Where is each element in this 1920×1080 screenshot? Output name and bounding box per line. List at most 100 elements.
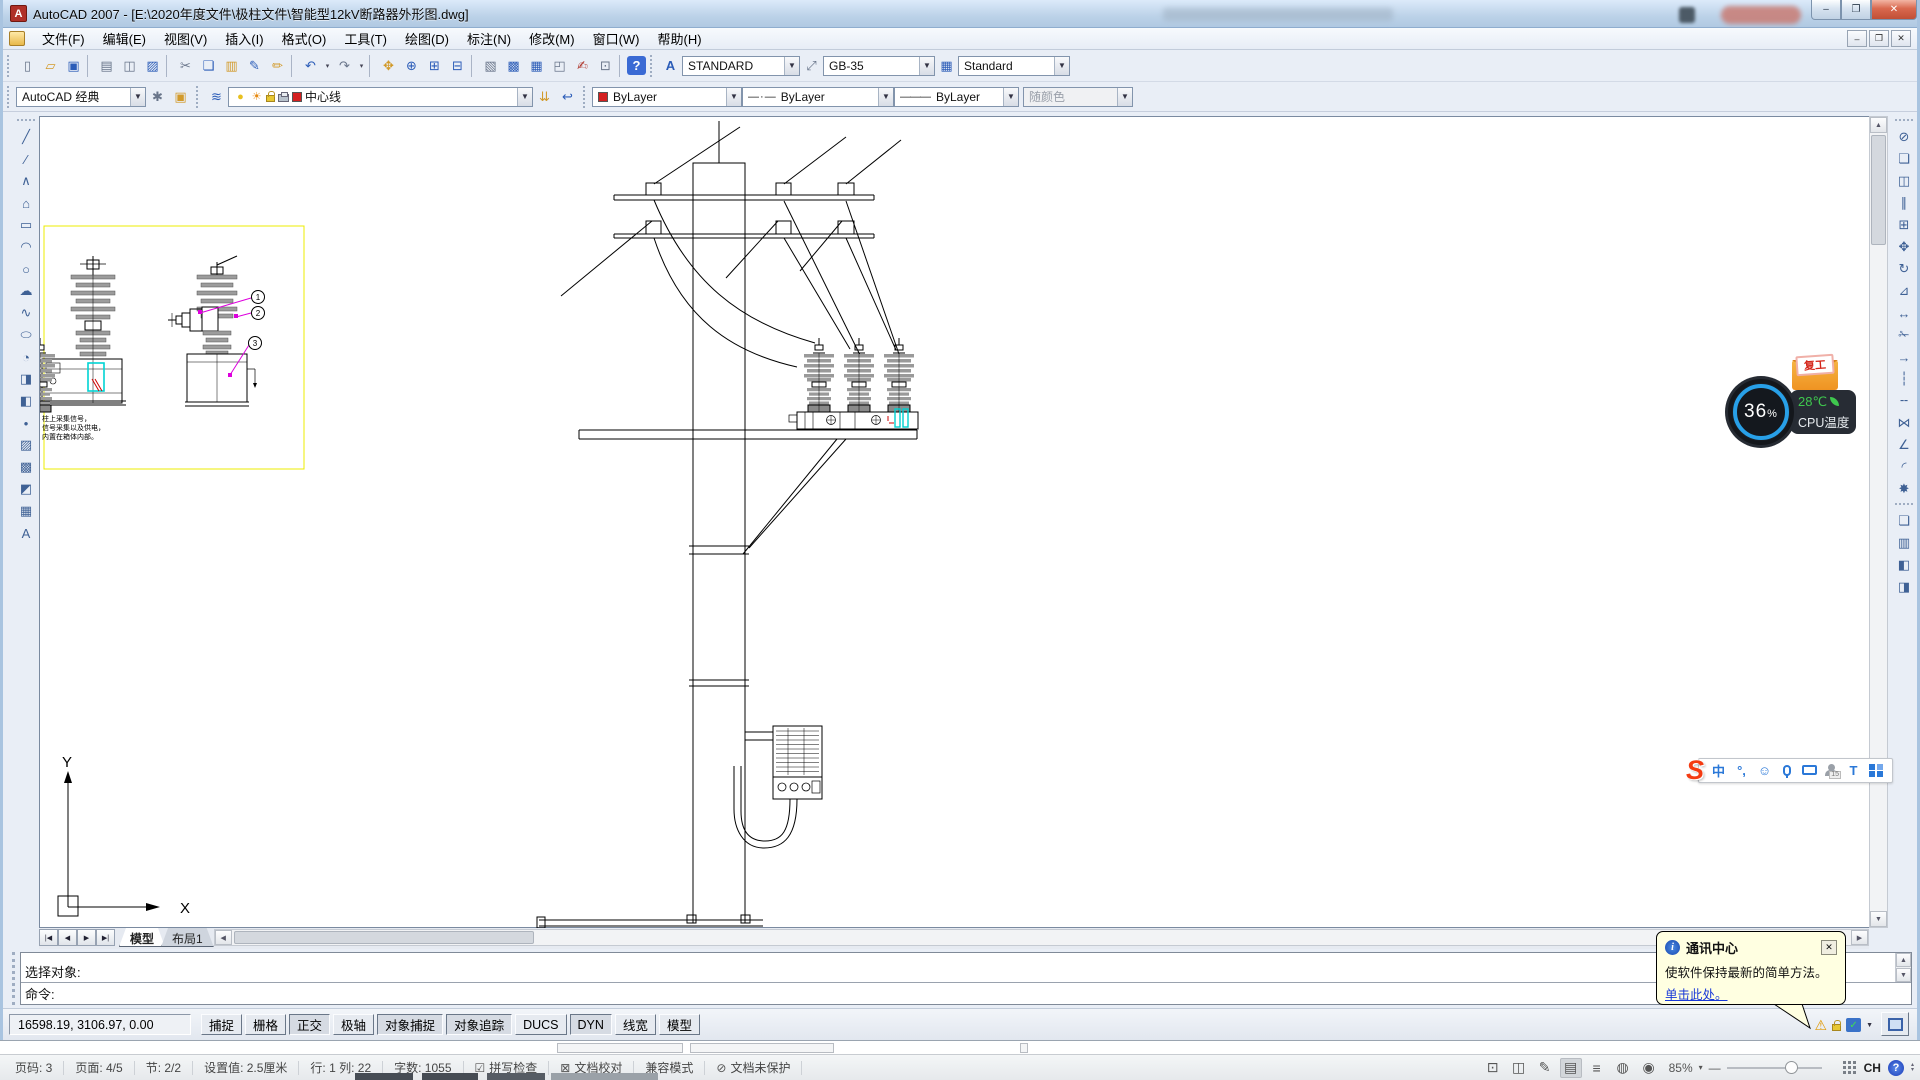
- chevron-down-icon[interactable]: ▼: [517, 88, 532, 106]
- toolbar-grip[interactable]: [650, 55, 654, 77]
- zoom-window-icon[interactable]: ⊞: [423, 54, 446, 77]
- save-icon[interactable]: ▣: [62, 54, 85, 77]
- stretch-icon[interactable]: ↔: [1893, 302, 1915, 324]
- tab-first-button[interactable]: |◀: [39, 929, 58, 946]
- paste-icon[interactable]: ▥: [220, 54, 243, 77]
- cpu-monitor-widget[interactable]: 复工 28℃ CPU温度 36%: [1728, 358, 1858, 446]
- ellipse-icon[interactable]: ⬭: [15, 324, 37, 346]
- save-workspace-icon[interactable]: ▣: [169, 85, 192, 108]
- toggle-otrack[interactable]: 对象追踪: [446, 1014, 512, 1035]
- menu-item[interactable]: 工具(T): [335, 27, 396, 50]
- sep[interactable]: [369, 55, 375, 77]
- match-properties-icon[interactable]: ✎: [243, 54, 266, 77]
- undo-icon[interactable]: ↶: [299, 54, 322, 77]
- hatch-icon[interactable]: ▨: [15, 434, 37, 456]
- sep[interactable]: [291, 55, 297, 77]
- break-at-point-icon[interactable]: ┆: [1893, 368, 1915, 390]
- scroll-up-icon[interactable]: ▲: [1896, 953, 1911, 967]
- menu-item[interactable]: 标注(N): [458, 27, 520, 50]
- copy-object-icon[interactable]: ❏: [1893, 148, 1915, 170]
- make-block-icon[interactable]: ◧: [15, 390, 37, 412]
- construction-line-icon[interactable]: ⁄: [15, 148, 37, 170]
- toggle-ortho[interactable]: 正交: [289, 1014, 330, 1035]
- chevron-down-icon[interactable]: ▼: [726, 88, 741, 106]
- ellipse-arc-icon[interactable]: ◔: [15, 346, 37, 368]
- web-layout-icon[interactable]: ◍: [1612, 1058, 1634, 1078]
- point-icon[interactable]: •: [15, 412, 37, 434]
- redo-dropdown[interactable]: ▾: [356, 54, 367, 77]
- emoji-icon[interactable]: ☺: [1757, 763, 1772, 778]
- vertical-scroll-thumb[interactable]: [1871, 135, 1886, 245]
- chevron-down-icon[interactable]: ▼: [919, 57, 934, 75]
- circle-icon[interactable]: ○: [15, 258, 37, 280]
- restore-button[interactable]: ❐: [1841, 0, 1871, 20]
- sep[interactable]: [619, 55, 625, 77]
- plot-icon[interactable]: ▤: [95, 54, 118, 77]
- color-control-combo[interactable]: ByLayer ▼: [592, 87, 742, 107]
- mdi-restore-button[interactable]: ❐: [1869, 30, 1889, 47]
- language-bar-collapse-icon[interactable]: ▴▾: [1911, 1063, 1914, 1073]
- block-editor-icon[interactable]: ✏: [266, 54, 289, 77]
- gradient-icon[interactable]: ▩: [15, 456, 37, 478]
- toolbar-grip[interactable]: [583, 86, 587, 108]
- scroll-right-icon[interactable]: ▶: [1851, 930, 1868, 945]
- qnew-icon[interactable]: ▯: [16, 54, 39, 77]
- command-panel-grip[interactable]: [12, 952, 17, 1005]
- array-icon[interactable]: ⊞: [1893, 214, 1915, 236]
- toolbar-grip[interactable]: [1895, 119, 1913, 123]
- send-to-back-icon[interactable]: ▥: [1893, 532, 1915, 554]
- scroll-down-icon[interactable]: ▼: [1870, 911, 1887, 927]
- sep[interactable]: [87, 55, 93, 77]
- toolbar-grip[interactable]: [196, 86, 200, 108]
- account-icon[interactable]: 15: [1825, 764, 1838, 777]
- open-icon[interactable]: ▱: [39, 54, 62, 77]
- scroll-up-icon[interactable]: ▲: [1870, 117, 1887, 133]
- chevron-down-icon[interactable]: ▼: [1054, 57, 1069, 75]
- update-warning-icon[interactable]: ⚠: [1815, 1017, 1828, 1034]
- quickcalc-icon[interactable]: ⊡: [594, 54, 617, 77]
- toggle-osnap[interactable]: 对象捕捉: [377, 1014, 443, 1035]
- toggle-grid[interactable]: 栅格: [245, 1014, 286, 1035]
- toggle-dyn[interactable]: DYN: [570, 1014, 612, 1035]
- markup-manager-icon[interactable]: ✍: [571, 54, 594, 77]
- sep[interactable]: [471, 55, 477, 77]
- layer-properties-manager-icon[interactable]: ≋: [205, 85, 228, 108]
- voice-input-icon[interactable]: [1783, 765, 1791, 776]
- insert-block-icon[interactable]: ◨: [15, 368, 37, 390]
- menu-item[interactable]: 插入(I): [216, 27, 272, 50]
- layer-lock-icon[interactable]: [266, 95, 275, 102]
- tray-dropdown-icon[interactable]: ▼: [1866, 1022, 1873, 1029]
- move-icon[interactable]: ✥: [1893, 236, 1915, 258]
- soft-keyboard-icon[interactable]: [1802, 765, 1817, 775]
- communication-center-icon[interactable]: ✓: [1846, 1018, 1861, 1032]
- chamfer-icon[interactable]: ∠: [1893, 434, 1915, 456]
- erase-icon[interactable]: ⊘: [1893, 126, 1915, 148]
- balloon-link[interactable]: 单击此处。: [1665, 984, 1728, 1003]
- menu-item[interactable]: 修改(M): [520, 27, 584, 50]
- menu-item[interactable]: 文件(F): [33, 27, 94, 50]
- bring-to-front-icon[interactable]: ❏: [1893, 510, 1915, 532]
- chinese-mode-icon[interactable]: 中: [1711, 761, 1726, 780]
- copy-icon[interactable]: ❏: [197, 54, 220, 77]
- revcloud-icon[interactable]: ☁: [15, 280, 37, 302]
- command-history[interactable]: 选择对象: ▲ ▼: [21, 953, 1911, 983]
- command-input[interactable]: 命令:: [21, 983, 1911, 1004]
- break-icon[interactable]: ╌: [1893, 390, 1915, 412]
- fillet-icon[interactable]: ◜: [1893, 456, 1915, 478]
- toggle-lineweight[interactable]: 线宽: [615, 1014, 656, 1035]
- language-bar-grid-icon[interactable]: [1843, 1061, 1857, 1075]
- chevron-down-icon[interactable]: ▼: [878, 88, 893, 106]
- spline-icon[interactable]: ∿: [15, 302, 37, 324]
- mdi-close-button[interactable]: ✕: [1891, 30, 1911, 47]
- zoom-out-button[interactable]: —: [1709, 1061, 1721, 1075]
- mtext-icon[interactable]: A: [15, 522, 37, 544]
- zoom-realtime-icon[interactable]: ⊕: [400, 54, 423, 77]
- toolbar-grip[interactable]: [7, 55, 11, 77]
- input-language-indicator[interactable]: CH: [1864, 1061, 1881, 1075]
- arc-icon[interactable]: ◠: [15, 236, 37, 258]
- menu-item[interactable]: 窗口(W): [584, 27, 649, 50]
- cut-icon[interactable]: ✂: [174, 54, 197, 77]
- chevron-down-icon[interactable]: ▼: [1003, 88, 1018, 106]
- menu-item[interactable]: 绘图(D): [396, 27, 458, 50]
- vertical-scrollbar[interactable]: ▲ ▼: [1869, 116, 1888, 928]
